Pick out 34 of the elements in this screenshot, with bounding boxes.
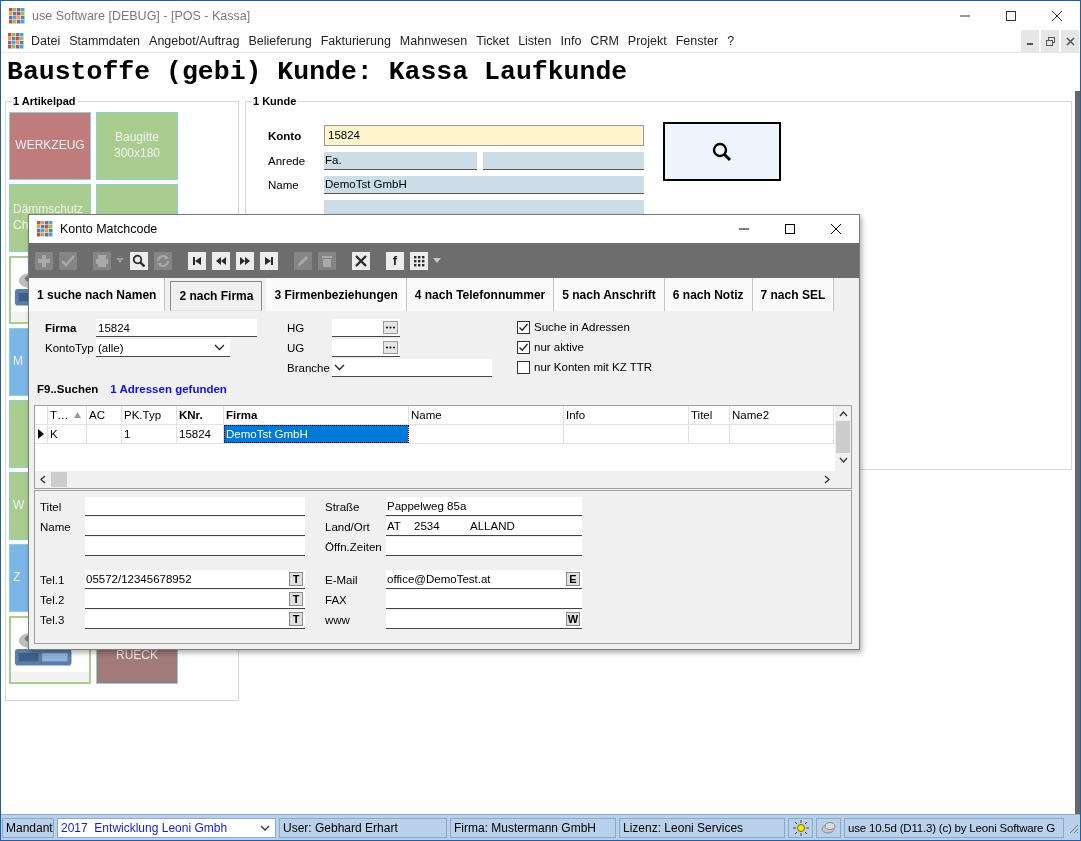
table-cell: DemoTst GmbH [224, 425, 409, 443]
field-label: KontoTyp [45, 342, 95, 354]
field-label: Anrede [268, 155, 307, 167]
page-heading: Baustoffe (gebi) Kunde: Kassa Laufkunde [6, 56, 629, 89]
status-label: Mandant [2, 817, 54, 838]
status-text: User: Gebhard Erhart [279, 817, 447, 838]
field-label: Firma [45, 322, 78, 334]
field-label: Tel.2 [40, 593, 66, 606]
field-label: Branche [287, 362, 331, 374]
shortcut-hint: F9..Suchen [37, 383, 99, 395]
field-label: Straße [325, 500, 361, 513]
window-title: use Software [DEBUG] - [POS - Kassa] [32, 8, 251, 23]
field-label: www [325, 613, 351, 626]
status-text: Lizenz: Leoni Services [619, 817, 785, 838]
field-label: E-Mail [325, 573, 359, 586]
status-text: Firma: Mustermann GmbH [450, 817, 616, 838]
status-text: use 10.5d (D11.3) (c) by Leoni Software G [844, 817, 1064, 838]
field-label: Tel.1 [40, 573, 66, 586]
table-cell: 1 [122, 425, 177, 443]
field-label: HG [287, 322, 306, 334]
field-label: Land/Ort [325, 520, 371, 533]
dialog-title: Konto Matchcode [60, 222, 158, 236]
field-label: UG [287, 342, 306, 354]
field-label: FAX [325, 593, 348, 606]
table-cell: K [48, 425, 87, 443]
result-count: 1 Adressen gefunden [110, 383, 227, 395]
field-label: Tel.3 [40, 613, 66, 626]
panel-title: 1 Kunde [252, 94, 298, 108]
field-label: Name [40, 520, 72, 533]
field-label: Konto [268, 129, 303, 142]
field-label: Name [268, 179, 300, 191]
field-label: Titel [40, 500, 63, 513]
panel-title: 1 Artikelpad [12, 94, 77, 108]
field-label: Öffn.Zeiten [325, 540, 383, 553]
